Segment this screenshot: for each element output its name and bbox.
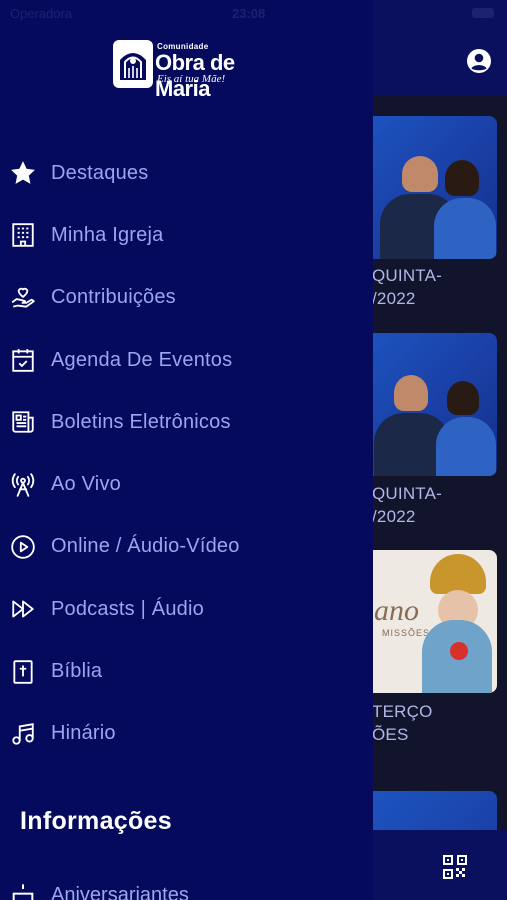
play-circle-icon [9, 533, 37, 561]
menu-item-minha-igreja[interactable]: Minha Igreja [0, 204, 373, 266]
menu-item-label: Bíblia [51, 660, 103, 683]
broadcast-antenna-icon [9, 471, 37, 499]
status-bar: Operadora 23:08 [0, 0, 507, 28]
logo-tagline: Eis aí tua Mãe! [157, 73, 226, 85]
star-icon [9, 159, 37, 187]
menu-item-label: Contribuições [51, 286, 176, 309]
menu-item-boletins-eletronicos[interactable]: Boletins Eletrônicos [0, 391, 373, 453]
cake-icon [9, 882, 37, 900]
qr-code-icon[interactable] [443, 855, 467, 879]
card-caption: QUINTA- /2022 [372, 484, 443, 526]
app-logo: Comunidade Obra de Maria Eis aí tua Mãe! [113, 40, 261, 101]
menu-item-label: Podcasts | Áudio [51, 597, 204, 620]
menu-item-destaques[interactable]: Destaques [0, 142, 373, 204]
menu-item-label: Ao Vivo [51, 473, 121, 496]
menu-item-label: Boletins Eletrônicos [51, 410, 231, 433]
card-caption: TERÇO ÕES [372, 702, 433, 744]
clock-label: 23:08 [232, 6, 266, 21]
newspaper-icon [9, 408, 37, 436]
menu-item-hinario[interactable]: Hinário [0, 703, 373, 765]
menu-item-aniversariantes[interactable]: Aniversariantes [0, 876, 373, 900]
logo-emblem-icon [113, 40, 153, 88]
card-caption: QUINTA- /2022 [372, 266, 443, 308]
menu-item-online-audio-video[interactable]: Online / Áudio-Vídeo [0, 516, 373, 578]
menu-item-contribuicoes[interactable]: Contribuições [0, 267, 373, 329]
card-image-text: ano [374, 594, 419, 627]
building-icon [9, 221, 37, 249]
menu-item-label: Minha Igreja [51, 223, 164, 246]
menu-item-label: Hinário [51, 722, 116, 745]
menu-item-label: Destaques [51, 161, 149, 184]
donation-hand-icon [9, 284, 37, 312]
menu-item-biblia[interactable]: Bíblia [0, 640, 373, 702]
menu-item-agenda-de-eventos[interactable]: Agenda De Eventos [0, 329, 373, 391]
menu-item-label: Online / Áudio-Vídeo [51, 535, 240, 558]
music-note-icon [9, 720, 37, 748]
profile-icon[interactable] [465, 47, 493, 75]
menu-item-ao-vivo[interactable]: Ao Vivo [0, 453, 373, 515]
menu-item-podcasts-audio[interactable]: Podcasts | Áudio [0, 578, 373, 640]
navigation-drawer: Comunidade Obra de Maria Eis aí tua Mãe!… [0, 0, 373, 900]
menu-item-label: Aniversariantes [51, 884, 189, 900]
section-title-informacoes: Informações [20, 807, 172, 835]
calendar-check-icon [9, 346, 37, 374]
fast-forward-icon [9, 595, 37, 623]
battery-icon [472, 8, 494, 18]
carrier-label: Operadora [10, 6, 73, 21]
drawer-menu: Destaques Minha Igreja Contribuições Age… [0, 142, 373, 765]
card-image-subtext: MISSÕES [382, 628, 431, 638]
menu-item-label: Agenda De Eventos [51, 348, 233, 371]
bible-icon [9, 658, 37, 686]
